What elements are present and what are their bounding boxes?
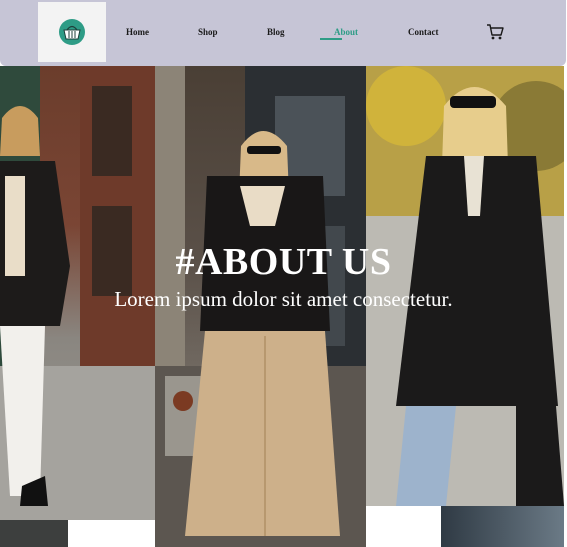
top-navbar: Home Shop Blog About Contact — [0, 0, 566, 66]
hero-subtitle: Lorem ipsum dolor sit amet consectetur. — [114, 287, 453, 311]
nav-link-blog[interactable]: Blog — [267, 27, 285, 37]
hero-photo-right — [366, 66, 564, 506]
nav-link-home[interactable]: Home — [126, 27, 149, 37]
cart-icon[interactable] — [486, 23, 504, 41]
photo-fragment — [0, 520, 68, 547]
nav-link-about[interactable]: About — [334, 27, 358, 37]
photo-fragment — [441, 506, 564, 547]
hero-title: #ABOUT US — [175, 241, 392, 283]
basket-logo-icon — [59, 19, 85, 45]
nav-link-contact[interactable]: Contact — [408, 27, 439, 37]
nav-link-shop[interactable]: Shop — [198, 27, 218, 37]
active-link-underline — [320, 38, 342, 40]
logo[interactable] — [38, 2, 106, 62]
